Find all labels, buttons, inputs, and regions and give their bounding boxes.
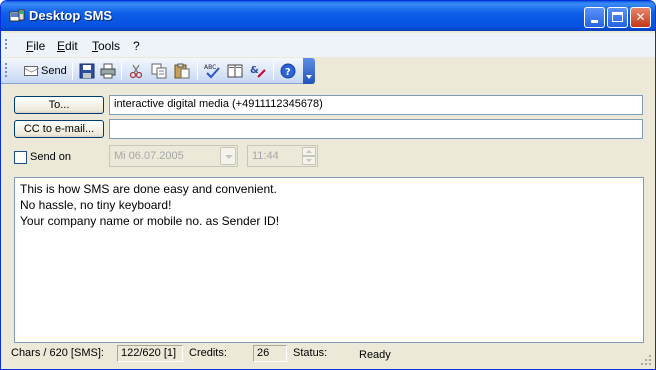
copy-icon[interactable] [151,63,167,79]
close-button[interactable]: ✕ [630,7,651,28]
cc-email-button[interactable]: CC to e-mail... [14,120,104,138]
toolbar-separator [273,62,274,80]
maximize-icon [612,12,623,22]
toolbar-separator [121,62,122,80]
paste-icon[interactable] [174,63,190,79]
chevron-down-icon[interactable] [220,147,236,165]
menu-file[interactable]: File [26,39,45,53]
svg-text:&: & [250,65,259,76]
chars-count: 122/620 [1] [117,345,183,362]
help-icon[interactable]: ? [280,63,296,79]
to-button[interactable]: To... [14,96,104,114]
toolbar: Send ABC & ? [1,58,315,84]
close-icon: ✕ [635,10,646,24]
minimize-icon [591,20,598,23]
clear-icon[interactable]: & [250,63,266,79]
menu-bar: File Edit Tools ? [1,33,655,57]
date-value: Mi 06.07.2005 [114,150,184,162]
cc-email-button-label: CC to e-mail... [23,123,95,135]
envelope-icon [24,66,38,76]
toolbar-grip[interactable] [5,63,8,79]
svg-text:?: ? [285,67,291,78]
chars-label: Chars / 620 [SMS]: [11,347,104,359]
send-on-label: Send on [30,151,71,163]
cc-email-field[interactable] [109,119,643,139]
time-picker[interactable]: 11:44 [247,145,318,167]
message-line: Your company name or mobile no. as Sende… [20,214,280,228]
cut-icon[interactable] [128,63,144,79]
resize-grip-icon[interactable] [640,354,652,366]
menu-tools[interactable]: Tools [92,39,120,53]
spin-down-icon[interactable] [302,156,316,165]
status-bar: Chars / 620 [SMS]: 122/620 [1] Credits: … [1,344,655,369]
app-icon [9,9,25,22]
time-value: 11:44 [252,150,279,162]
save-icon[interactable] [79,63,95,79]
message-line: No hassle, no tiny keyboard! [20,198,172,212]
window-title: Desktop SMS [29,8,113,23]
title-bar[interactable]: Desktop SMS ✕ [1,1,655,31]
toolbar-separator [197,62,198,80]
svg-text:ABC: ABC [204,64,216,71]
status-label: Status: [293,347,328,359]
credits-value: 26 [253,345,287,362]
message-line: This is how SMS are done easy and conven… [20,182,277,196]
minimize-button[interactable] [584,7,605,28]
address-book-icon[interactable] [227,63,243,79]
app-window: Desktop SMS ✕ File Edit Tools ? Send ABC… [0,0,656,370]
date-picker[interactable]: Mi 06.07.2005 [109,145,238,167]
print-icon[interactable] [100,63,116,79]
send-button[interactable]: Send [23,63,67,79]
toolbar-options-chevron[interactable] [303,58,315,84]
maximize-button[interactable] [607,7,628,28]
to-field-value: interactive digital media (+491111234567… [114,98,323,110]
spellcheck-icon[interactable]: ABC [204,63,220,79]
status-value: Ready [359,349,391,361]
menu-edit[interactable]: Edit [57,39,78,53]
menubar-grip[interactable] [5,39,8,51]
toolbar-separator [72,62,73,80]
send-label: Send [41,65,67,77]
menu-help[interactable]: ? [133,39,140,53]
to-button-label: To... [48,99,70,111]
spin-up-icon[interactable] [302,147,316,156]
send-on-checkbox[interactable] [14,151,27,164]
to-field[interactable]: interactive digital media (+491111234567… [109,95,643,115]
message-textarea[interactable]: This is how SMS are done easy and conven… [14,177,644,343]
credits-label: Credits: [189,347,227,359]
